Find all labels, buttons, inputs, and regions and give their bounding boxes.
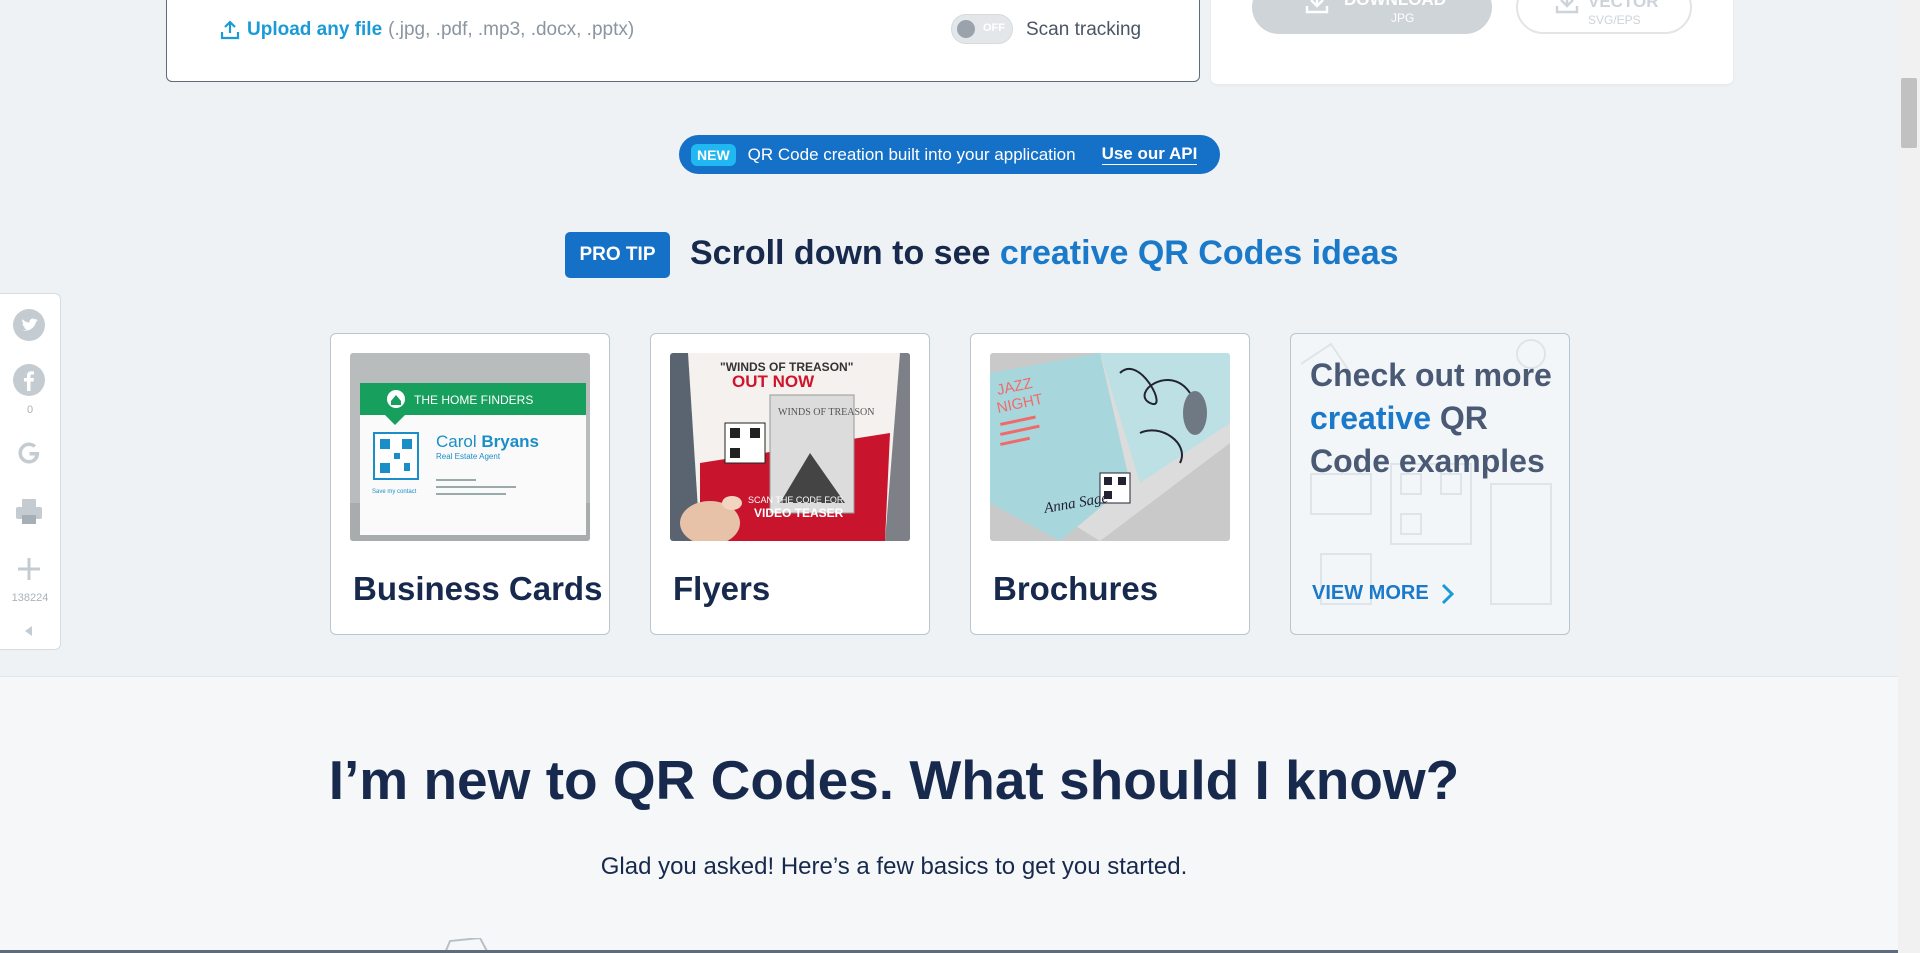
card-title: Business Cards bbox=[353, 570, 603, 607]
new-badge: NEW bbox=[691, 143, 736, 166]
social-share-bar: 0 138224 bbox=[0, 293, 61, 650]
more-highlight: creative bbox=[1310, 400, 1431, 436]
flyer-book-title: WINDS OF TREASON bbox=[778, 407, 875, 418]
flyer-teaser: VIDEO TEASER bbox=[754, 506, 844, 520]
more-examples-text: Check out more creative QR Code examples bbox=[1310, 354, 1560, 483]
business-qr-caption: Save my contact bbox=[372, 489, 417, 495]
plus-icon[interactable] bbox=[12, 552, 46, 586]
pro-tip-text: Scroll down to see creative QR Codes ide… bbox=[690, 234, 1399, 273]
collapse-icon[interactable] bbox=[22, 624, 36, 638]
toggle-knob bbox=[957, 20, 975, 38]
upload-file-link[interactable]: Upload any file bbox=[247, 19, 382, 41]
more-prefix: Check out more bbox=[1310, 357, 1552, 393]
flyer-out-now: OUT NOW bbox=[732, 372, 815, 391]
view-more-label: VIEW MORE bbox=[1312, 582, 1429, 604]
api-banner: NEW QR Code creation built into your app… bbox=[679, 135, 1220, 174]
api-banner-text: QR Code creation built into your applica… bbox=[747, 144, 1076, 164]
print-icon[interactable] bbox=[12, 494, 46, 528]
vector-label: VECTOR bbox=[1588, 0, 1659, 11]
download-format: JPG bbox=[1391, 11, 1415, 25]
more-examples-card[interactable]: Check out more creative QR Code examples… bbox=[1290, 333, 1570, 635]
flyer-scan-line: SCAN THE CODE FOR bbox=[748, 495, 844, 505]
faq-subheading: Glad you asked! Here’s a few basics to g… bbox=[600, 853, 1188, 880]
download-icon bbox=[1305, 0, 1329, 14]
google-icon[interactable] bbox=[12, 436, 46, 470]
upload-panel: Upload any file (.jpg, .pdf, .mp3, .docx… bbox=[166, 0, 1200, 82]
pro-tip-highlight[interactable]: creative QR Codes ideas bbox=[1000, 234, 1399, 272]
business-first-name: Carol bbox=[436, 432, 477, 451]
download-label: DOWNLOAD bbox=[1344, 0, 1446, 10]
upload-icon bbox=[220, 20, 240, 40]
chevron-right-icon bbox=[1441, 583, 1454, 604]
twitter-icon[interactable] bbox=[12, 308, 46, 342]
upload-extensions: (.jpg, .pdf, .mp3, .docx, .pptx) bbox=[388, 19, 635, 40]
toggle-state-label: OFF bbox=[983, 22, 1005, 34]
svg-text:Carol Bryans: Carol Bryans bbox=[436, 432, 539, 451]
business-last-name: Bryans bbox=[481, 432, 539, 451]
card-title: Flyers bbox=[673, 570, 771, 607]
view-more-link[interactable]: VIEW MORE bbox=[1312, 582, 1455, 605]
flyer-image: "WINDS OF TREASON" OUT NOW WINDS OF TREA… bbox=[670, 353, 910, 541]
facebook-icon[interactable] bbox=[12, 363, 46, 397]
download-vector-icon bbox=[1555, 0, 1579, 14]
business-card-image: THE HOME FINDERS Save my contact Carol B… bbox=[350, 353, 590, 541]
download-vector-button[interactable]: VECTOR SVG/EPS bbox=[1516, 0, 1692, 34]
faq-heading: I’m new to QR Codes. What should I know? bbox=[328, 749, 1460, 811]
facebook-count: 0 bbox=[26, 404, 34, 416]
scrollbar-thumb[interactable] bbox=[1901, 78, 1917, 148]
business-role: Real Estate Agent bbox=[436, 452, 501, 461]
faq-section bbox=[0, 677, 1898, 953]
use-api-link[interactable]: Use our API bbox=[1101, 144, 1198, 165]
brochure-image: JAZZ NIGHT Anna Sage bbox=[990, 353, 1230, 541]
download-jpg-button[interactable]: DOWNLOAD JPG bbox=[1252, 0, 1492, 34]
card-title: Brochures bbox=[993, 570, 1159, 607]
scan-tracking-label: Scan tracking bbox=[1026, 19, 1142, 40]
flyers-card[interactable]: "WINDS OF TREASON" OUT NOW WINDS OF TREA… bbox=[650, 333, 930, 635]
brochures-card[interactable]: JAZZ NIGHT Anna Sage Brochures bbox=[970, 333, 1250, 635]
pro-tip-badge: PRO TIP bbox=[565, 232, 670, 278]
upload-file-row: Upload any file (.jpg, .pdf, .mp3, .docx… bbox=[219, 19, 634, 41]
business-brand: THE HOME FINDERS bbox=[414, 393, 533, 407]
vector-format: SVG/EPS bbox=[1588, 13, 1641, 27]
download-panel: DOWNLOAD JPG VECTOR SVG/EPS bbox=[1211, 0, 1733, 84]
share-count: 138224 bbox=[11, 592, 49, 604]
business-cards-card[interactable]: THE HOME FINDERS Save my contact Carol B… bbox=[330, 333, 610, 635]
pro-tip-prefix: Scroll down to see bbox=[690, 234, 1000, 272]
scan-tracking-toggle[interactable]: OFF bbox=[951, 14, 1013, 44]
